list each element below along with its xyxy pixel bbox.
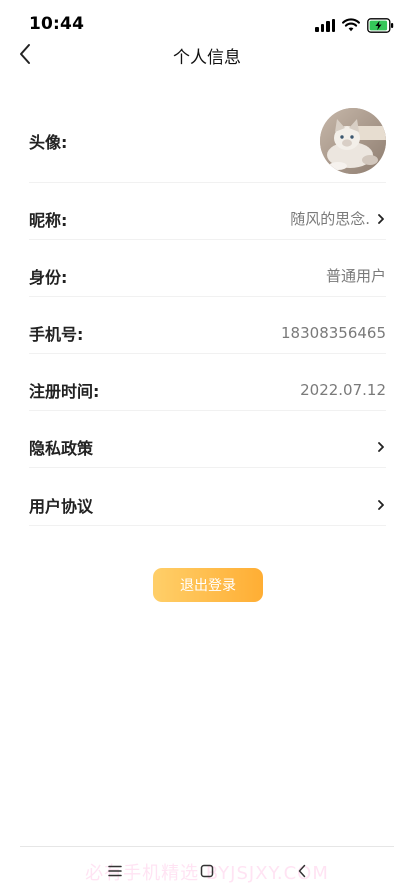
home-button[interactable] [196,861,218,881]
profile-screen: 10:44 个人信息 头像: 昵称: 随风的思念. 身份: 普通用户 手机号: … [0,0,414,896]
battery-icon [367,17,394,33]
user-agreement-label: 用户协议 [29,496,94,516]
page-title: 个人信息 [173,48,241,68]
home-icon [200,864,214,878]
nickname-row[interactable]: 昵称: 随风的思念. [29,198,386,240]
header: 个人信息 [0,34,414,74]
privacy-policy-row[interactable]: 隐私政策 [29,426,386,468]
menu-button[interactable] [104,861,126,881]
avatar-label: 头像: [29,133,68,152]
identity-label: 身份: [29,267,68,287]
identity-value: 普通用户 [325,267,386,285]
system-nav-bar [0,853,414,889]
register-time-label: 注册时间: [29,381,100,401]
privacy-policy-label: 隐私政策 [29,438,94,458]
register-time-value: 2022.07.12 [300,380,386,399]
menu-icon [108,865,122,877]
status-time: 10:44 [29,14,85,34]
chevron-right-icon [376,440,386,454]
chevron-right-icon [376,498,386,512]
phone-label: 手机号: [29,324,84,344]
signal-icon [315,18,335,32]
nickname-value: 随风的思念. [290,210,370,228]
phone-row: 手机号: 18308356465 [29,312,386,354]
register-time-row: 注册时间: 2022.07.12 [29,369,386,411]
back-arrow-icon [298,864,306,878]
nickname-value-group: 随风的思念. [290,208,386,229]
user-agreement-row[interactable]: 用户协议 [29,484,386,526]
avatar-row[interactable]: 头像: [29,100,386,183]
identity-row: 身份: 普通用户 [29,255,386,297]
cat-photo [320,108,386,174]
nav-divider [20,846,394,847]
wifi-icon [342,18,360,32]
nickname-label: 昵称: [29,210,68,230]
nav-back-button[interactable] [291,861,313,881]
logout-button[interactable]: 退出登录 [153,568,263,602]
phone-value: 18308356465 [281,323,386,342]
chevron-right-icon [376,212,386,226]
status-icons [315,17,394,33]
avatar[interactable] [320,108,386,174]
